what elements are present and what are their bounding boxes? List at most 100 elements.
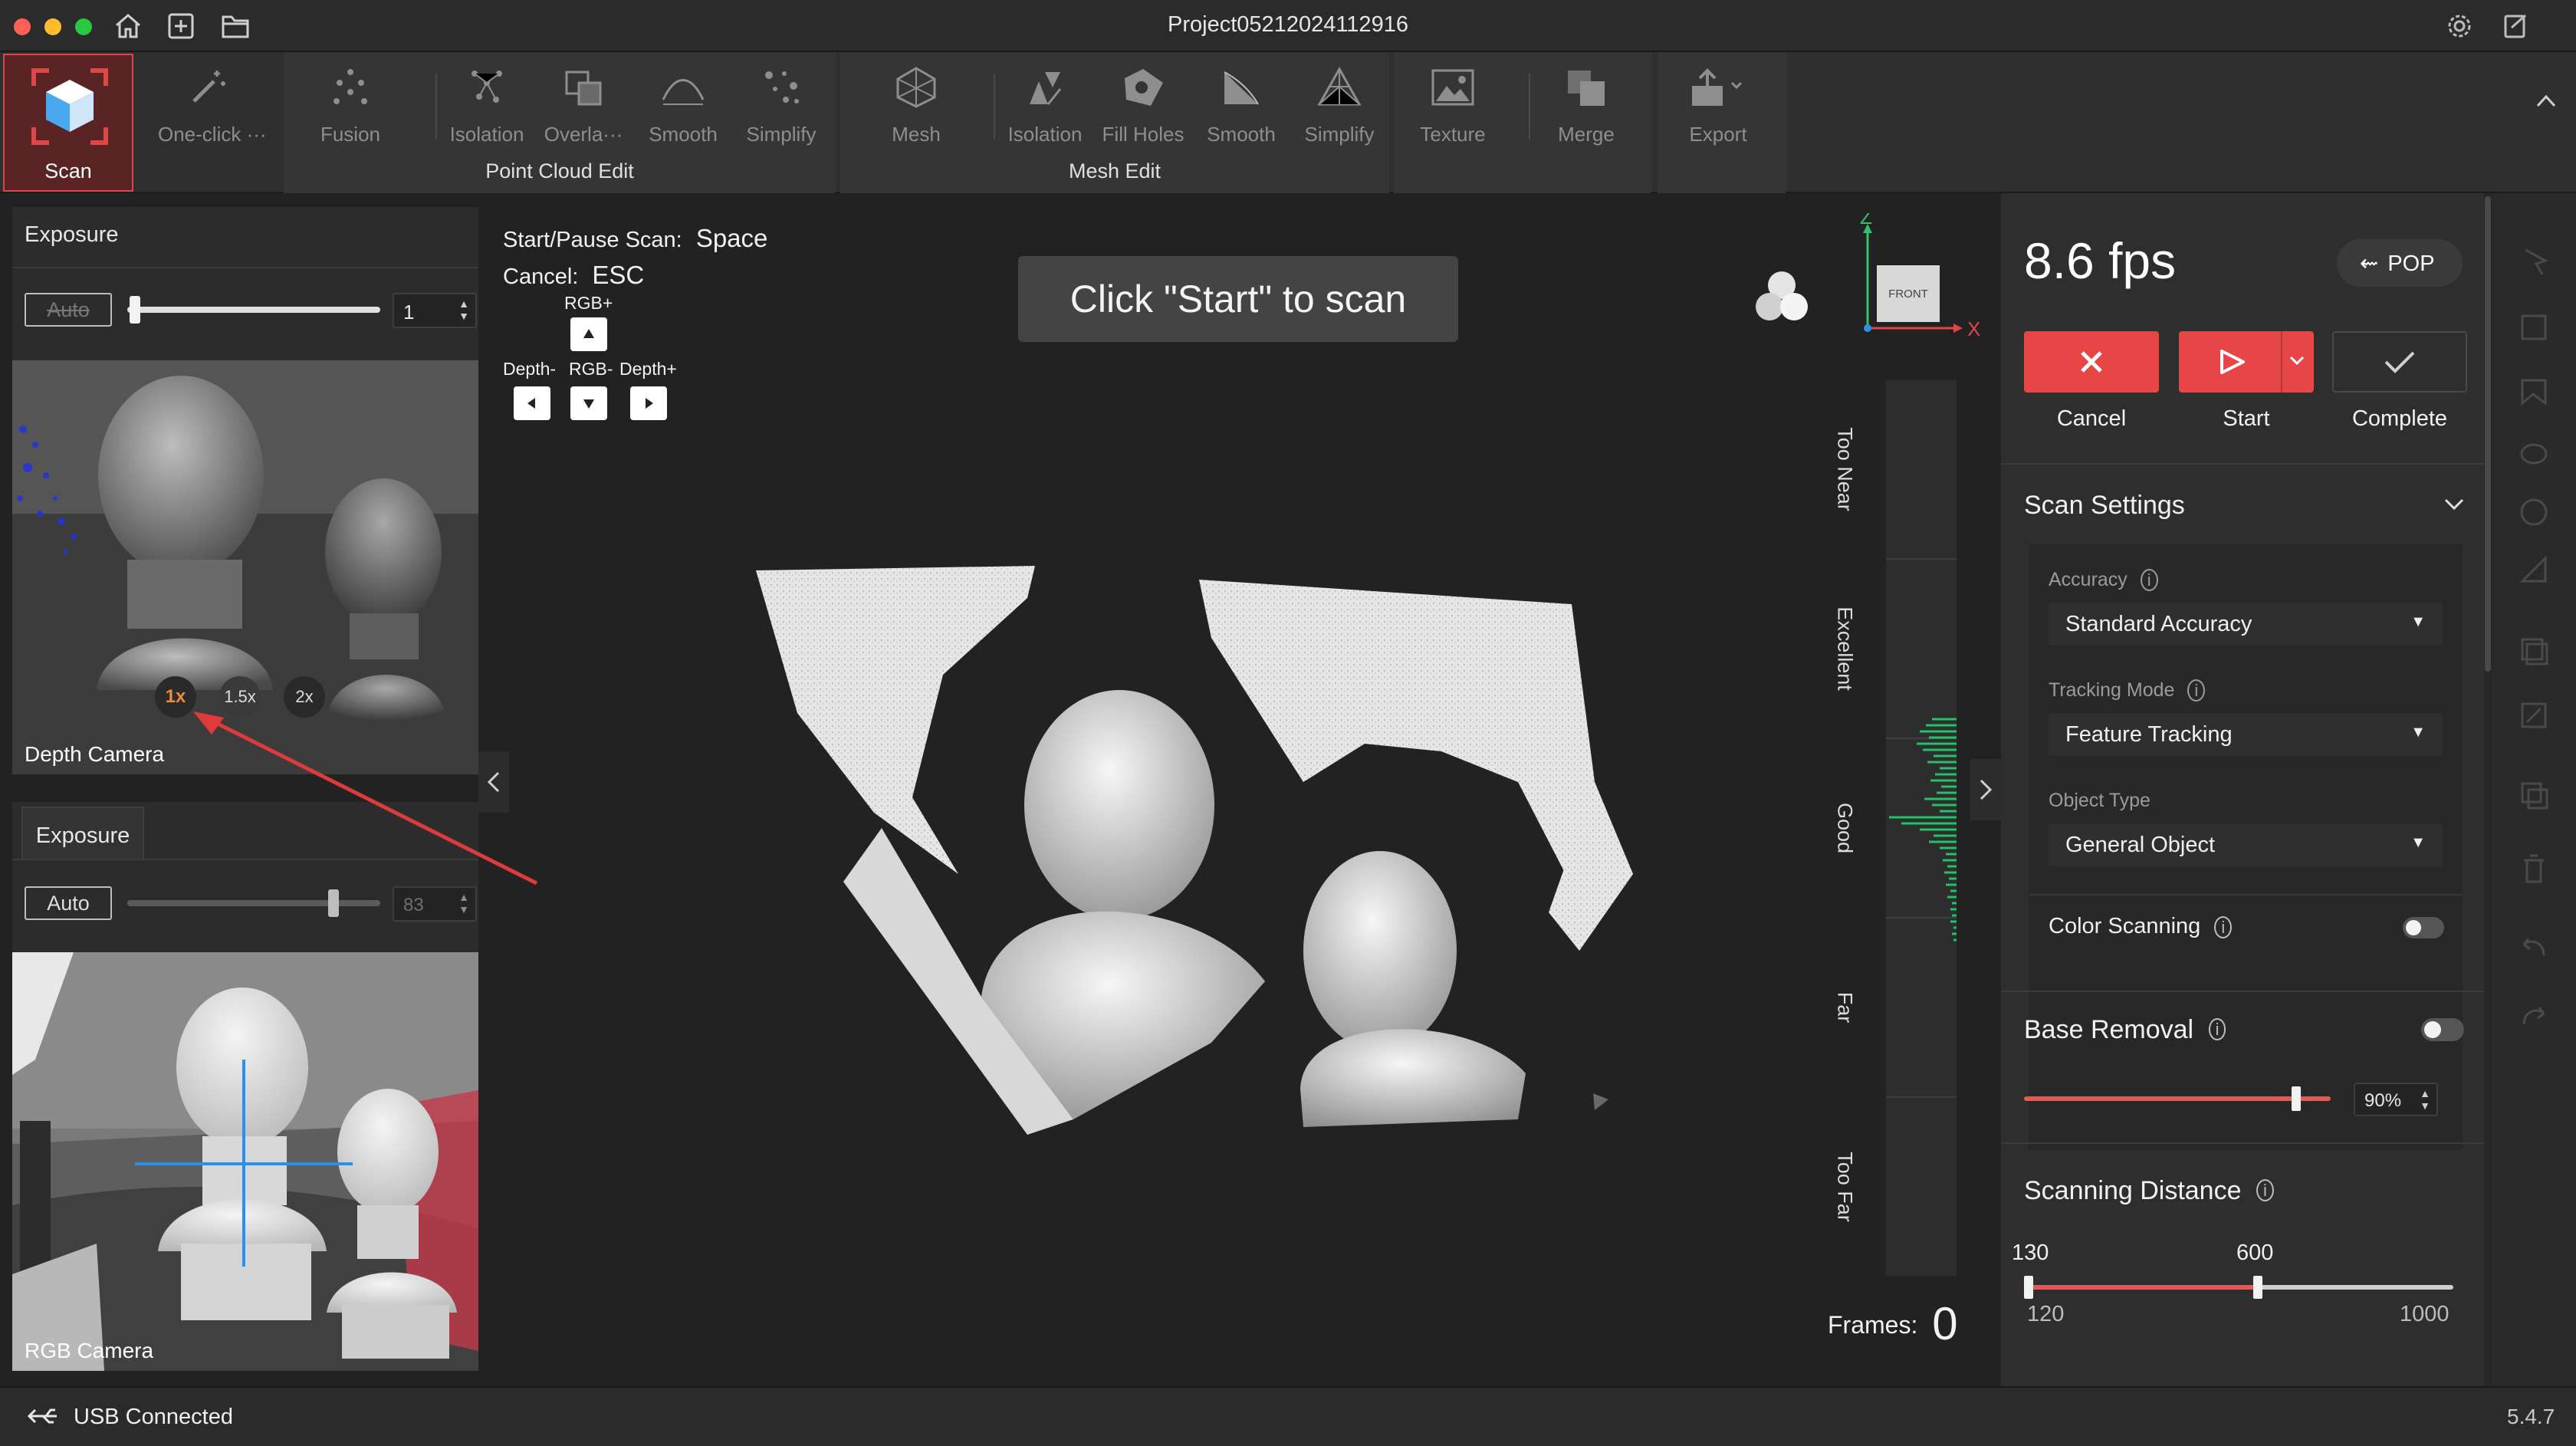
depth-minus-label: Depth- bbox=[503, 359, 557, 379]
scan-cube-icon bbox=[29, 66, 110, 147]
depth-minus-key[interactable] bbox=[514, 386, 550, 420]
divider bbox=[1886, 558, 1957, 560]
duplicate-icon[interactable] bbox=[2521, 782, 2548, 810]
pc-simplify-tool[interactable]: Simplify bbox=[731, 63, 831, 146]
scanning-distance-slider[interactable] bbox=[2024, 1276, 2453, 1299]
fusion-tool[interactable]: Fusion bbox=[301, 63, 400, 146]
slider-thumb[interactable] bbox=[130, 296, 140, 324]
distance-low-thumb[interactable] bbox=[2024, 1276, 2033, 1299]
merge-tool[interactable]: Merge bbox=[1536, 63, 1636, 146]
notes-edit-icon[interactable] bbox=[2502, 12, 2530, 40]
plane-cut-icon[interactable] bbox=[2519, 555, 2547, 583]
redo-icon[interactable] bbox=[2522, 1007, 2545, 1025]
tracking-info-icon[interactable]: i bbox=[2187, 679, 2206, 702]
pop-swap-icon: ⇜ bbox=[2360, 251, 2379, 276]
pc-isolation-tool[interactable]: Isolation bbox=[437, 63, 537, 146]
texture-tool[interactable]: Texture bbox=[1403, 63, 1503, 146]
rgb-auto-toggle[interactable]: Auto bbox=[25, 886, 112, 920]
edit-select-icon[interactable] bbox=[2521, 702, 2547, 728]
base-removal-spinbox[interactable]: 90% ▲ ▼ bbox=[2354, 1083, 2438, 1116]
color-scanning-info-icon[interactable]: i bbox=[2214, 916, 2233, 938]
mesh-isolation-tool[interactable]: Isolation bbox=[995, 63, 1095, 146]
lasso-select-icon[interactable] bbox=[2521, 379, 2547, 406]
rect-select-icon[interactable] bbox=[2521, 314, 2547, 340]
collapse-right-panel-button[interactable] bbox=[1970, 759, 2001, 820]
base-removal-toggle[interactable] bbox=[2421, 1018, 2464, 1041]
pop-button[interactable]: ⇜ POP bbox=[2337, 239, 2463, 287]
brush-select-icon[interactable] bbox=[2520, 443, 2548, 465]
fill-holes-tool[interactable]: Fill Holes bbox=[1093, 63, 1193, 146]
undo-icon[interactable] bbox=[2522, 938, 2545, 956]
invert-select-icon[interactable] bbox=[2521, 638, 2548, 665]
hint-start-label: Start/Pause Scan: bbox=[503, 228, 682, 252]
cancel-button[interactable] bbox=[2024, 331, 2159, 393]
window-title: Project05212024112916 bbox=[1168, 12, 1408, 37]
scan-button[interactable]: Scan bbox=[3, 54, 133, 192]
divider bbox=[2001, 463, 2484, 465]
delete-icon[interactable] bbox=[2524, 854, 2544, 883]
checkmark-icon bbox=[2384, 351, 2415, 373]
complete-label: Complete bbox=[2351, 406, 2448, 431]
render-mode-icon[interactable] bbox=[1751, 268, 1812, 327]
spinner-arrows-icon[interactable]: ▲ ▼ bbox=[458, 297, 469, 322]
axis-gizmo[interactable]: FRONT Z X bbox=[1855, 213, 1986, 343]
rgb-plus-key[interactable] bbox=[570, 317, 607, 351]
axis-z-label: Z bbox=[1860, 213, 1872, 228]
select-arrow-icon[interactable] bbox=[2525, 248, 2548, 275]
base-removal-info-icon[interactable]: i bbox=[2208, 1018, 2226, 1040]
divider bbox=[2029, 894, 2463, 896]
export-icon bbox=[1668, 63, 1768, 112]
scan-settings-collapse-icon[interactable] bbox=[2443, 495, 2466, 512]
export-tool[interactable]: Export bbox=[1668, 63, 1768, 146]
smooth-icon bbox=[633, 63, 733, 112]
distance-high-thumb[interactable] bbox=[2253, 1276, 2262, 1299]
rgb-exposure-tab[interactable]: Exposure bbox=[21, 807, 144, 860]
depth-exposure-slider[interactable] bbox=[127, 296, 380, 324]
mesh-simplify-tool[interactable]: Simplify bbox=[1290, 63, 1389, 146]
depth-plus-key[interactable] bbox=[630, 386, 667, 420]
object-type-dropdown[interactable]: General Object ▼ bbox=[2049, 823, 2443, 866]
sphere-select-icon[interactable] bbox=[2520, 498, 2548, 526]
accuracy-dropdown[interactable]: Standard Accuracy ▼ bbox=[2049, 603, 2443, 646]
distance-low-label: 130 bbox=[2012, 1241, 2049, 1265]
fill-holes-label: Fill Holes bbox=[1102, 123, 1184, 146]
accuracy-info-icon[interactable]: i bbox=[2140, 569, 2158, 591]
collapse-ribbon-icon[interactable] bbox=[2535, 92, 2558, 109]
distance-range-fill bbox=[2029, 1285, 2258, 1290]
side-tool-strip bbox=[2492, 193, 2576, 1386]
point-cloud-render[interactable] bbox=[751, 552, 1641, 1135]
slider-thumb[interactable] bbox=[2292, 1086, 2301, 1111]
title-bar: Project05212024112916 bbox=[0, 0, 2576, 52]
distance-gauge: Too Near Excellent Good Far Too Far bbox=[1828, 380, 1957, 1276]
depth-exposure-spinbox[interactable]: 1 ▲ ▼ bbox=[393, 293, 477, 328]
start-button[interactable] bbox=[2179, 331, 2314, 393]
spinner-arrows-icon[interactable]: ▲ ▼ bbox=[458, 891, 469, 915]
rgb-camera-view[interactable]: RGB Camera bbox=[12, 952, 478, 1371]
depth-auto-toggle[interactable]: Auto bbox=[25, 293, 112, 327]
fusion-dots-icon bbox=[301, 63, 400, 112]
color-scanning-toggle[interactable] bbox=[2403, 917, 2444, 938]
divider bbox=[12, 267, 478, 268]
rgb-exposure-spinbox[interactable]: 83 ▲ ▼ bbox=[393, 886, 477, 922]
overlap-tool[interactable]: Overla··· bbox=[534, 63, 633, 146]
spinner-arrows-icon[interactable]: ▲ ▼ bbox=[2420, 1087, 2430, 1112]
settings-gear-icon[interactable] bbox=[2446, 12, 2473, 40]
tracking-mode-dropdown[interactable]: Feature Tracking ▼ bbox=[2049, 713, 2443, 756]
pc-smooth-tool[interactable]: Smooth bbox=[633, 63, 733, 146]
axis-x-label: X bbox=[1967, 317, 1980, 340]
mesh-tool[interactable]: Mesh bbox=[866, 63, 966, 146]
one-click-tool[interactable]: One-click ··· bbox=[158, 63, 267, 146]
scrollbar-thumb[interactable] bbox=[2485, 196, 2491, 672]
complete-button[interactable] bbox=[2332, 331, 2467, 393]
mesh-smooth-tool[interactable]: Smooth bbox=[1191, 63, 1291, 146]
rgb-exposure-slider[interactable] bbox=[127, 889, 380, 917]
rgb-minus-label: RGB- bbox=[569, 359, 613, 379]
slider-thumb[interactable] bbox=[328, 889, 339, 917]
scan-control-panel: 8.6 fps ⇜ POP Cancel Start Complete Scan … bbox=[2001, 193, 2484, 1386]
point-cloud-edit-label: Point Cloud Edit bbox=[485, 159, 634, 182]
texture-merge-group: Texture Merge bbox=[1394, 52, 1651, 193]
rgb-minus-key[interactable] bbox=[570, 386, 607, 420]
scanning-distance-info-icon[interactable]: i bbox=[2256, 1179, 2274, 1201]
right-panel-scrollbar[interactable] bbox=[2484, 193, 2492, 1386]
base-removal-slider[interactable] bbox=[2024, 1086, 2331, 1111]
